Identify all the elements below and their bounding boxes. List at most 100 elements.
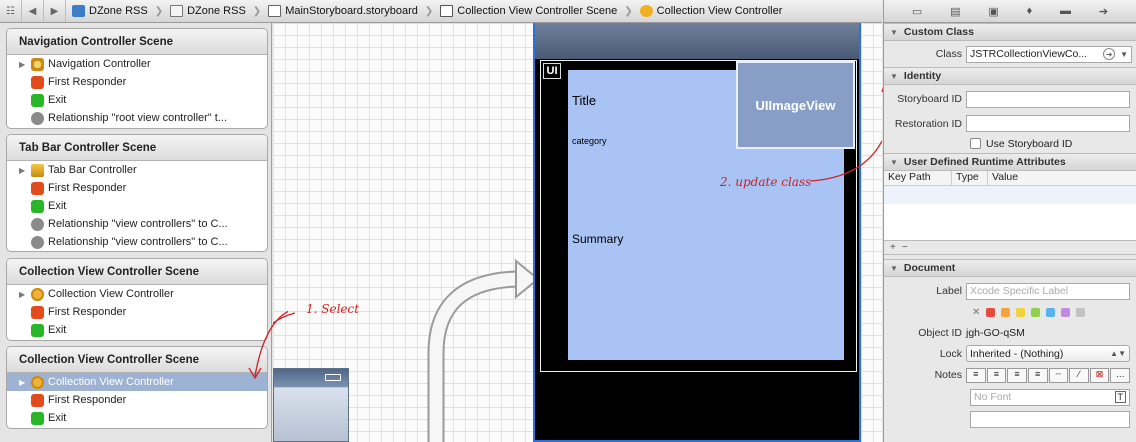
font-field[interactable]: No Font T bbox=[970, 388, 1130, 406]
inspector-toolbar: ▭ ▤ ▣ ♦ ▬ ➔ bbox=[884, 0, 1136, 23]
back-arrow-icon[interactable]: ◀ bbox=[22, 0, 44, 22]
exit-icon bbox=[31, 323, 44, 337]
use-storyboard-id-checkbox[interactable] bbox=[970, 138, 981, 149]
related-items-icon[interactable]: ☷ bbox=[0, 0, 22, 22]
disclosure-triangle-icon[interactable]: ▶ bbox=[19, 290, 31, 299]
breadcrumb-folder[interactable]: DZone RSS bbox=[164, 0, 252, 22]
scene-header[interactable]: Collection View Controller Scene bbox=[7, 347, 267, 373]
scene-header[interactable]: Tab Bar Controller Scene bbox=[7, 135, 267, 161]
dashed-line-icon[interactable]: ┈ bbox=[1048, 367, 1069, 383]
outline-row[interactable]: ▶ Tab Bar Controller bbox=[7, 161, 267, 179]
size-inspector-icon[interactable]: ▬ bbox=[1060, 5, 1071, 17]
breadcrumb-controller[interactable]: Collection View Controller bbox=[634, 0, 789, 22]
color-swatch[interactable] bbox=[1001, 308, 1011, 317]
navigation-bar bbox=[535, 23, 859, 59]
collection-view[interactable]: UI Title category Summary UIImageView bbox=[540, 60, 857, 372]
attributes-inspector-icon[interactable]: ♦ bbox=[1027, 5, 1033, 17]
exit-icon bbox=[31, 93, 44, 107]
notes-format-toolbar: ≡ ≡ ≡ ≡ ┈ ⁄ ⊠ … bbox=[966, 367, 1130, 383]
outline-row[interactable]: First Responder bbox=[7, 179, 267, 197]
outline-row[interactable]: Exit bbox=[7, 321, 267, 339]
column-key-path[interactable]: Key Path bbox=[884, 171, 952, 185]
folder-icon bbox=[170, 5, 184, 17]
outline-row[interactable]: First Responder bbox=[7, 303, 267, 321]
outline-row[interactable]: ▶ Collection View Controller bbox=[7, 285, 267, 303]
column-type[interactable]: Type bbox=[952, 171, 988, 185]
outline-row[interactable]: Relationship "view controllers" to C... bbox=[7, 233, 267, 251]
storyboard-canvas[interactable]: UI Title category Summary UIImageView 1.… bbox=[273, 23, 882, 442]
outline-row[interactable]: ▶ Navigation Controller bbox=[7, 55, 267, 73]
align-right-icon[interactable]: ≡ bbox=[1007, 367, 1027, 383]
justify-icon[interactable]: ≡ bbox=[1027, 367, 1048, 383]
font-picker-icon[interactable]: T bbox=[1114, 391, 1126, 403]
lock-popup[interactable]: Inherited - (Nothing) ▲▼ bbox=[966, 345, 1130, 362]
xcode-label-field[interactable]: Xcode Specific Label bbox=[966, 282, 1130, 300]
outline-row[interactable]: Relationship "root view controller" t... bbox=[7, 109, 267, 127]
title-label[interactable]: Title bbox=[572, 93, 596, 108]
scene-navigation: Navigation Controller Scene ▶ Navigation … bbox=[6, 28, 268, 129]
notes-text-area[interactable] bbox=[970, 410, 1130, 428]
color-swatch[interactable] bbox=[1016, 308, 1026, 317]
strikethrough-icon[interactable]: ⁄ bbox=[1069, 367, 1089, 383]
section-document[interactable]: ▼ Document bbox=[884, 259, 1136, 277]
breadcrumb-storyboard[interactable]: MainStoryboard.storyboard bbox=[262, 0, 424, 22]
disclosure-triangle-icon[interactable]: ▶ bbox=[19, 166, 31, 175]
outline-row-selected[interactable]: ▶ Collection View Controller bbox=[7, 373, 267, 391]
jump-bar: ☷ ◀ ▶ DZone RSS ❯ DZone RSS ❯ MainStoryb… bbox=[0, 0, 882, 23]
add-icon[interactable]: + bbox=[890, 242, 896, 253]
view-controller-frame[interactable]: UI Title category Summary UIImageView bbox=[533, 23, 861, 442]
forward-arrow-icon[interactable]: ▶ bbox=[44, 0, 66, 22]
outline-row[interactable]: Exit bbox=[7, 409, 267, 427]
more-options-icon[interactable]: … bbox=[1110, 367, 1130, 383]
breadcrumb-scene[interactable]: Collection View Controller Scene bbox=[434, 0, 623, 22]
outline-row[interactable]: First Responder bbox=[7, 73, 267, 91]
identity-inspector-icon[interactable]: ▣ bbox=[988, 5, 998, 18]
scene-header[interactable]: Collection View Controller Scene bbox=[7, 259, 267, 285]
scene-header[interactable]: Navigation Controller Scene bbox=[7, 29, 267, 55]
category-label[interactable]: category bbox=[572, 136, 607, 146]
storyboard-id-field[interactable] bbox=[966, 90, 1130, 108]
outline-row[interactable]: Relationship "view controllers" to C... bbox=[7, 215, 267, 233]
annotation-select: 1. Select bbox=[306, 302, 360, 316]
disclosure-triangle-icon[interactable]: ▶ bbox=[19, 60, 31, 69]
color-swatch[interactable] bbox=[1061, 308, 1071, 317]
disclosure-triangle-icon: ▼ bbox=[890, 71, 898, 81]
align-center-icon[interactable]: ≡ bbox=[986, 367, 1007, 383]
section-identity[interactable]: ▼ Identity bbox=[884, 67, 1136, 85]
scene-collection-view-1: Collection View Controller Scene ▶ Collec… bbox=[6, 258, 268, 341]
quick-help-icon[interactable]: ▤ bbox=[950, 5, 960, 18]
restoration-id-field[interactable] bbox=[966, 115, 1130, 132]
file-inspector-icon[interactable]: ▭ bbox=[912, 5, 922, 18]
runtime-attributes-table[interactable]: Key Path Type Value bbox=[884, 171, 1136, 241]
class-combo-box[interactable]: JSTRCollectionViewCo... ➜ ▼ bbox=[966, 45, 1132, 63]
view-controller-icon bbox=[31, 375, 44, 389]
scene-tab-bar: Tab Bar Controller Scene ▶ Tab Bar Contro… bbox=[6, 134, 268, 252]
tab-bar-controller-icon bbox=[31, 163, 44, 177]
color-swatch[interactable] bbox=[1046, 308, 1056, 317]
no-style-icon[interactable]: ⊠ bbox=[1089, 367, 1110, 383]
column-value[interactable]: Value bbox=[988, 171, 1018, 185]
align-left-icon[interactable]: ≡ bbox=[966, 367, 986, 383]
clear-label-icon[interactable]: ✕ bbox=[972, 307, 980, 318]
outline-row[interactable]: Exit bbox=[7, 91, 267, 109]
image-view-label: UIImageView bbox=[755, 97, 836, 113]
dropdown-arrow-icon[interactable]: ▼ bbox=[1120, 50, 1128, 59]
section-runtime-attributes[interactable]: ▼ User Defined Runtime Attributes bbox=[884, 153, 1136, 171]
scene-collection-view-2: Collection View Controller Scene ▶ Collec… bbox=[6, 346, 268, 429]
color-swatch[interactable] bbox=[1031, 308, 1041, 317]
navigation-controller-icon bbox=[31, 57, 44, 71]
outline-row[interactable]: First Responder bbox=[7, 391, 267, 409]
remove-icon[interactable]: − bbox=[902, 242, 908, 253]
summary-label[interactable]: Summary bbox=[572, 232, 623, 246]
exit-icon bbox=[31, 411, 44, 425]
label-color-swatches: ✕ bbox=[884, 303, 1136, 322]
navigate-circle-icon[interactable]: ➜ bbox=[1103, 48, 1116, 60]
section-custom-class[interactable]: ▼ Custom Class bbox=[884, 23, 1136, 41]
color-swatch[interactable] bbox=[1076, 308, 1086, 317]
outline-row[interactable]: Exit bbox=[7, 197, 267, 215]
disclosure-triangle-icon[interactable]: ▶ bbox=[19, 378, 31, 387]
connections-inspector-icon[interactable]: ➔ bbox=[1099, 5, 1108, 18]
color-swatch[interactable] bbox=[986, 308, 996, 317]
breadcrumb-project[interactable]: DZone RSS bbox=[66, 0, 154, 22]
image-view[interactable]: UIImageView bbox=[736, 61, 855, 149]
